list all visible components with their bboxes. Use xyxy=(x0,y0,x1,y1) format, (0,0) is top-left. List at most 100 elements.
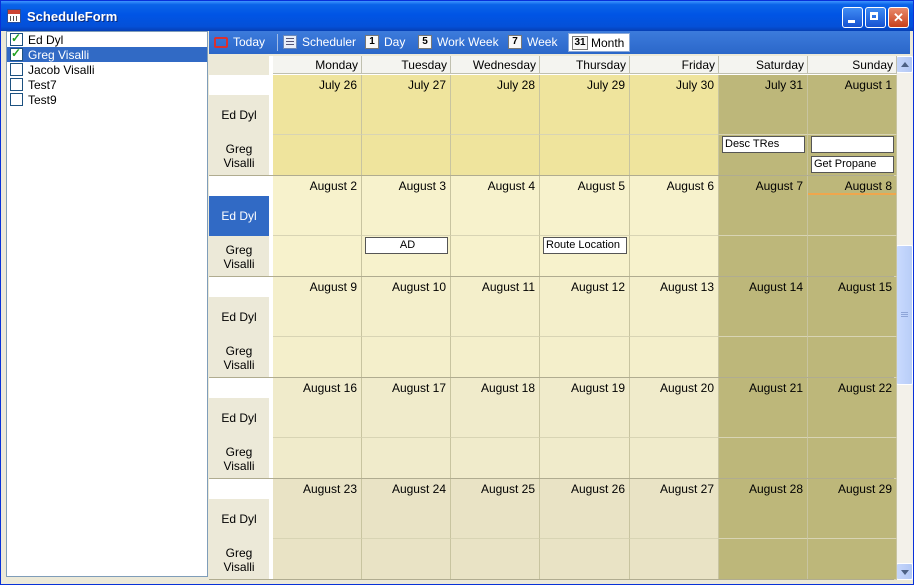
day-cell[interactable] xyxy=(630,438,719,479)
scroll-thumb[interactable] xyxy=(896,245,913,385)
day-cell[interactable]: August 17 xyxy=(362,378,451,438)
day-cell[interactable] xyxy=(630,539,719,580)
week-view-button[interactable]: 7 Week xyxy=(508,33,560,52)
day-cell[interactable]: August 29 xyxy=(808,479,897,539)
day-cell[interactable] xyxy=(630,135,719,176)
day-cell[interactable]: August 5 xyxy=(540,176,630,236)
day-cell[interactable] xyxy=(451,438,540,479)
day-cell[interactable]: July 30 xyxy=(630,75,719,135)
day-cell[interactable]: August 12 xyxy=(540,277,630,337)
resource-checkbox[interactable] xyxy=(10,46,23,61)
day-cell[interactable]: August 16 xyxy=(273,378,362,438)
row-resource-header[interactable]: Ed Dyl xyxy=(209,499,269,539)
day-cell[interactable]: August 8 xyxy=(808,176,897,236)
row-resource-header[interactable]: Greg Visalli xyxy=(209,135,269,176)
day-cell[interactable]: August 25 xyxy=(451,479,540,539)
day-cell[interactable] xyxy=(808,236,897,277)
day-cell[interactable]: August 2 xyxy=(273,176,362,236)
appointment[interactable]: AD xyxy=(365,237,448,254)
day-cell[interactable]: August 20 xyxy=(630,378,719,438)
resource-item[interactable]: Greg Visalli xyxy=(7,46,207,62)
day-cell[interactable]: August 23 xyxy=(273,479,362,539)
day-cell[interactable] xyxy=(273,438,362,479)
appointment[interactable]: Get Propane xyxy=(811,156,894,173)
scroll-down-button[interactable] xyxy=(896,563,913,580)
vertical-scrollbar[interactable] xyxy=(896,56,913,580)
row-resource-header[interactable]: Ed Dyl xyxy=(209,398,269,438)
day-cell[interactable] xyxy=(540,539,630,580)
day-cell[interactable] xyxy=(362,539,451,580)
appointment[interactable]: Route Location xyxy=(543,237,627,254)
day-cell[interactable]: August 26 xyxy=(540,479,630,539)
day-cell[interactable] xyxy=(451,337,540,378)
resource-checkbox[interactable] xyxy=(10,93,23,106)
appointment[interactable] xyxy=(811,136,894,153)
day-cell[interactable] xyxy=(808,337,897,378)
resource-list[interactable]: Ed DylGreg VisalliJacob VisalliTest7Test… xyxy=(6,31,208,577)
day-cell[interactable]: August 13 xyxy=(630,277,719,337)
work-week-view-button[interactable]: 5 Work Week xyxy=(418,33,499,52)
day-cell[interactable] xyxy=(719,337,808,378)
day-cell[interactable] xyxy=(362,135,451,176)
day-cell[interactable] xyxy=(362,438,451,479)
close-button[interactable]: ✕ xyxy=(888,7,909,28)
day-cell[interactable]: August 7 xyxy=(719,176,808,236)
day-cell[interactable]: July 28 xyxy=(451,75,540,135)
day-cell[interactable]: August 3 xyxy=(362,176,451,236)
day-cell[interactable] xyxy=(540,438,630,479)
day-cell[interactable] xyxy=(808,438,897,479)
row-resource-header[interactable]: Greg Visalli xyxy=(209,438,269,479)
day-cell[interactable] xyxy=(630,236,719,277)
month-view-button[interactable]: 31 Month xyxy=(568,33,630,52)
day-cell[interactable]: August 24 xyxy=(362,479,451,539)
resource-item[interactable]: Test9 xyxy=(7,92,207,107)
row-resource-header[interactable]: Greg Visalli xyxy=(209,236,269,277)
day-view-button[interactable]: 1 Day xyxy=(365,33,407,52)
day-cell[interactable]: August 11 xyxy=(451,277,540,337)
scroll-up-button[interactable] xyxy=(896,56,913,73)
row-resource-header[interactable]: Ed Dyl xyxy=(209,196,269,236)
day-cell[interactable] xyxy=(362,337,451,378)
scheduler-view-button[interactable]: Scheduler xyxy=(283,33,356,52)
appointment[interactable]: Desc TRes xyxy=(722,136,805,153)
day-cell[interactable] xyxy=(451,135,540,176)
day-cell[interactable]: August 9 xyxy=(273,277,362,337)
title-bar[interactable]: ScheduleForm ✕ xyxy=(1,1,913,31)
day-cell[interactable] xyxy=(630,337,719,378)
day-cell[interactable]: August 4 xyxy=(451,176,540,236)
day-cell[interactable] xyxy=(540,135,630,176)
day-cell[interactable] xyxy=(273,337,362,378)
day-cell[interactable] xyxy=(451,539,540,580)
day-cell[interactable]: August 19 xyxy=(540,378,630,438)
row-resource-header[interactable]: Greg Visalli xyxy=(209,337,269,378)
day-cell[interactable]: August 1 xyxy=(808,75,897,135)
resource-item[interactable]: Test7 xyxy=(7,77,207,92)
day-cell[interactable]: August 21 xyxy=(719,378,808,438)
day-cell[interactable]: August 6 xyxy=(630,176,719,236)
day-cell[interactable] xyxy=(540,337,630,378)
day-cell[interactable]: July 26 xyxy=(273,75,362,135)
day-cell[interactable]: August 28 xyxy=(719,479,808,539)
day-cell[interactable]: August 15 xyxy=(808,277,897,337)
maximize-button[interactable] xyxy=(865,7,886,28)
day-cell[interactable] xyxy=(808,539,897,580)
today-button[interactable]: Today xyxy=(214,33,274,52)
resource-checkbox[interactable] xyxy=(10,63,23,76)
day-cell[interactable] xyxy=(273,539,362,580)
minimize-button[interactable] xyxy=(842,7,863,28)
row-resource-header[interactable]: Ed Dyl xyxy=(209,297,269,337)
day-cell[interactable] xyxy=(719,539,808,580)
resource-checkbox[interactable] xyxy=(10,31,23,46)
month-calendar[interactable]: Monday Tuesday Wednesday Thursday Friday Satu… xyxy=(209,56,913,580)
day-cell[interactable]: August 14 xyxy=(719,277,808,337)
day-cell[interactable]: August 27 xyxy=(630,479,719,539)
row-resource-header[interactable]: Ed Dyl xyxy=(209,95,269,135)
day-cell[interactable]: August 18 xyxy=(451,378,540,438)
resource-checkbox[interactable] xyxy=(10,78,23,91)
day-cell[interactable] xyxy=(451,236,540,277)
day-cell[interactable] xyxy=(719,236,808,277)
day-cell[interactable]: July 27 xyxy=(362,75,451,135)
day-cell[interactable]: July 29 xyxy=(540,75,630,135)
resource-item[interactable]: Jacob Visalli xyxy=(7,62,207,77)
day-cell[interactable]: August 10 xyxy=(362,277,451,337)
